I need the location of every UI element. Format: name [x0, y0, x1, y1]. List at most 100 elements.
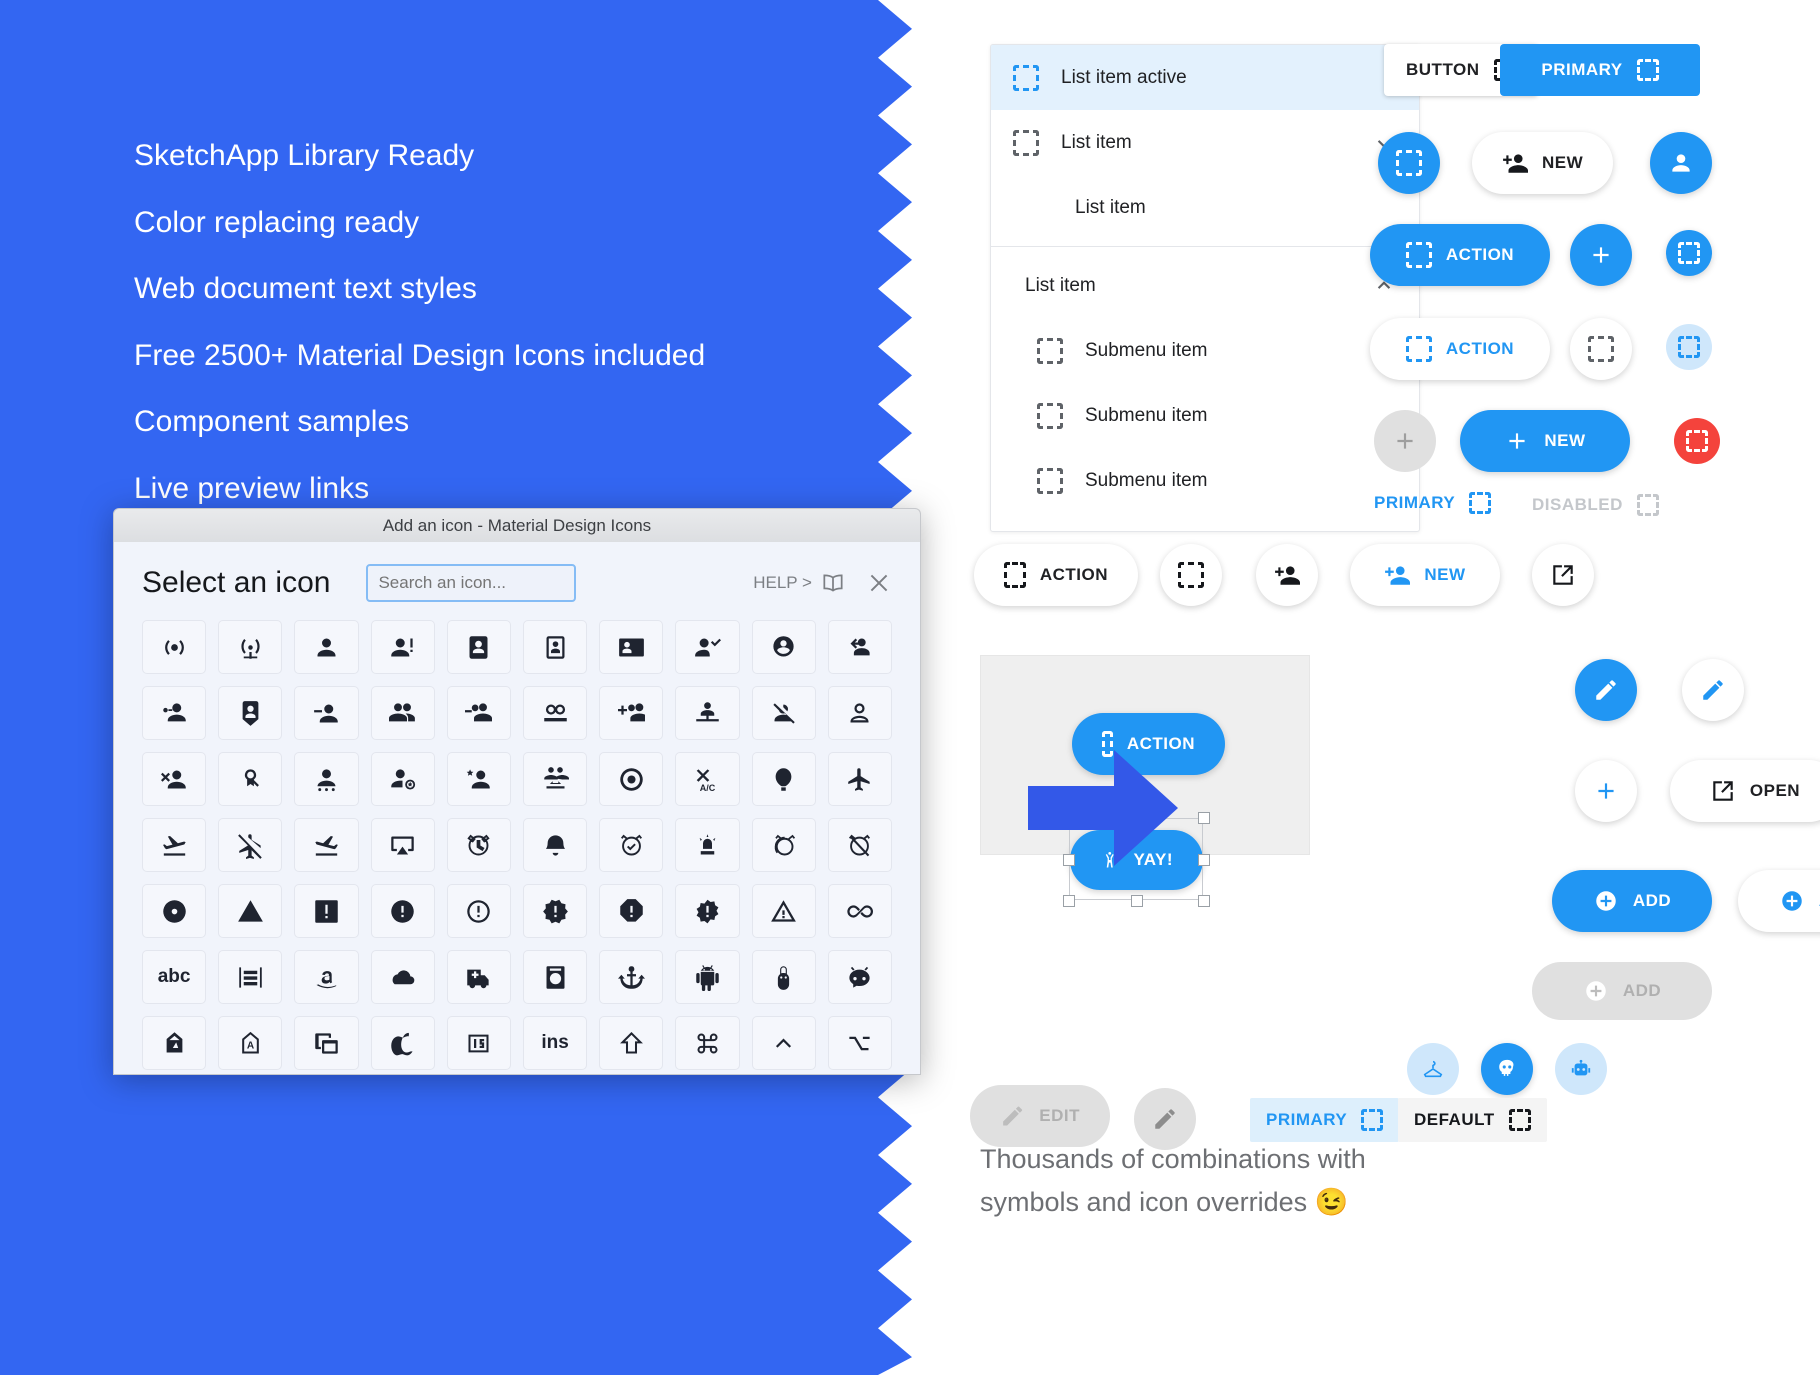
action-button-filled[interactable]: ACTION: [1370, 224, 1550, 286]
open-button[interactable]: OPEN: [1670, 760, 1820, 822]
close-icon[interactable]: [866, 570, 892, 596]
icon-tile-airplane-off[interactable]: [218, 818, 283, 872]
icon-tile-air-balloon[interactable]: [751, 752, 816, 806]
skull-icon-button[interactable]: [1481, 1043, 1533, 1095]
icon-tile-airplane-landing[interactable]: [142, 818, 207, 872]
fab-outline-placeholder[interactable]: [1570, 318, 1632, 380]
icon-tile-account-star[interactable]: [446, 752, 511, 806]
selection-handle[interactable]: [1198, 895, 1210, 907]
icon-tile-account-box-outline[interactable]: [522, 620, 588, 674]
icon-tile-apple-keyboard-option[interactable]: [827, 1016, 892, 1070]
icon-tile-album[interactable]: [142, 884, 207, 938]
icon-tile-ambulance[interactable]: [446, 950, 511, 1004]
new-button-blue-text[interactable]: NEW: [1350, 544, 1500, 606]
icon-tile-alarm[interactable]: [446, 818, 511, 872]
icon-tile-application[interactable]: [294, 1016, 359, 1070]
icon-tile-account-multiple-plus[interactable]: [599, 686, 664, 740]
selection-handle[interactable]: [1063, 895, 1075, 907]
icon-tile-account-multiple[interactable]: [370, 686, 435, 740]
icon-tile-android[interactable]: [675, 950, 740, 1004]
icon-tile-all-inclusive[interactable]: [827, 884, 892, 938]
avatar-fab[interactable]: [1650, 132, 1712, 194]
icon-tile-account-card-details[interactable]: [599, 620, 664, 674]
list-item[interactable]: List item: [991, 110, 1419, 175]
action-button-white[interactable]: ACTION: [974, 544, 1138, 606]
fab-pale-placeholder[interactable]: [1666, 324, 1712, 370]
icon-tile-account-check[interactable]: [675, 620, 740, 674]
icon-tile-air-conditioner[interactable]: A/C: [675, 752, 740, 806]
search-input[interactable]: [366, 564, 577, 602]
icon-tile-alert-circle-outline[interactable]: [446, 884, 511, 938]
button-primary[interactable]: PRIMARY: [1500, 44, 1700, 96]
icon-tile-account-off[interactable]: [751, 686, 816, 740]
selection-handle[interactable]: [1198, 854, 1210, 866]
hanger-icon-button[interactable]: [1407, 1043, 1459, 1095]
icon-tile-apple-ios[interactable]: [446, 1016, 511, 1070]
icon-tile-apple-keyboard-control[interactable]: [751, 1016, 816, 1070]
icon-tile-account-convert[interactable]: [827, 620, 892, 674]
icon-tile-alert-box[interactable]: [294, 884, 359, 938]
icon-tile-alert-octagon[interactable]: [599, 884, 664, 938]
icon-tile-alphabetical[interactable]: abc: [142, 950, 207, 1004]
icon-tile-anchor[interactable]: [599, 950, 664, 1004]
fab-placeholder[interactable]: [1378, 132, 1440, 194]
add-button-white[interactable]: ADD: [1738, 870, 1820, 932]
icon-tile-account-box[interactable]: [446, 620, 511, 674]
action-button-outline[interactable]: ACTION: [1370, 318, 1550, 380]
add-fab-white[interactable]: [1575, 760, 1637, 822]
icon-tile-apple-outline[interactable]: A: [218, 1016, 283, 1070]
submenu-item[interactable]: Submenu item: [991, 318, 1419, 383]
icon-tile-airplane-takeoff[interactable]: [294, 818, 359, 872]
list-item-active[interactable]: List item active: [991, 45, 1419, 110]
open-in-new-fab[interactable]: [1532, 544, 1594, 606]
icon-tile-alarm-off[interactable]: [827, 818, 892, 872]
icon-tile-alert[interactable]: [218, 884, 283, 938]
icon-tile-account-settings-variant[interactable]: [294, 752, 359, 806]
icon-tile-alert-circle[interactable]: [370, 884, 435, 938]
robot-icon-button[interactable]: [1555, 1043, 1607, 1095]
icon-tile-account-search[interactable]: [218, 752, 283, 806]
icon-tile-alert-octagram[interactable]: [675, 884, 740, 938]
icon-tile-airplane[interactable]: [827, 752, 892, 806]
add-button-filled[interactable]: ADD: [1552, 870, 1712, 932]
icon-tile-android-debug-bridge[interactable]: [751, 950, 816, 1004]
submenu-item[interactable]: Submenu item: [991, 448, 1419, 513]
add-fab[interactable]: [1570, 224, 1632, 286]
fab-placeholder-small[interactable]: [1666, 230, 1712, 276]
icon-tile-amplifier[interactable]: [522, 950, 588, 1004]
icon-tile-account-circle[interactable]: [751, 620, 816, 674]
icon-tile-alert-decagram[interactable]: [522, 884, 588, 938]
icon-tile-android-head[interactable]: [827, 950, 892, 1004]
icon-tile-adjust[interactable]: [599, 752, 664, 806]
icon-tile-airplay[interactable]: [370, 818, 435, 872]
edit-fab-white[interactable]: [1682, 659, 1744, 721]
fab-placeholder-white[interactable]: [1160, 544, 1222, 606]
icon-tile-account[interactable]: [294, 620, 359, 674]
submenu-item[interactable]: Submenu item: [991, 383, 1419, 448]
list-item-group[interactable]: List item: [991, 253, 1419, 318]
icon-tile-alarm-multiple[interactable]: [751, 818, 816, 872]
edit-fab-filled[interactable]: [1575, 659, 1637, 721]
icon-tile-alarm-check[interactable]: [599, 818, 664, 872]
selection-handle[interactable]: [1198, 812, 1210, 824]
primary-text-button[interactable]: PRIMARY: [1374, 492, 1492, 514]
icon-tile-access-point-network[interactable]: [142, 620, 207, 674]
icon-tile-amazon-clouddrive[interactable]: [370, 950, 435, 1004]
icon-tile-apple-keyboard-shift[interactable]: [599, 1016, 664, 1070]
icon-tile-apple-keyboard-command[interactable]: [675, 1016, 740, 1070]
icon-tile-alert-outline[interactable]: [751, 884, 816, 938]
icon-tile-account-switch[interactable]: [522, 752, 588, 806]
account-plus-fab[interactable]: [1256, 544, 1318, 606]
icon-tile-account-settings[interactable]: [370, 752, 435, 806]
icon-tile-align-horizontal[interactable]: [218, 950, 283, 1004]
icon-tile-account-remove[interactable]: [142, 752, 207, 806]
icon-tile-account-multiple-outline[interactable]: [522, 686, 588, 740]
help-link[interactable]: HELP >: [753, 570, 846, 596]
selection-handle[interactable]: [1131, 895, 1143, 907]
icon-tile-account-minus[interactable]: [294, 686, 359, 740]
icon-tile-alarm-bell[interactable]: [522, 818, 588, 872]
add-fab-disabled[interactable]: [1374, 410, 1436, 472]
icon-tile-apple-ins[interactable]: ins: [522, 1016, 588, 1070]
list-item-nested[interactable]: List item: [991, 175, 1419, 240]
primary-chip[interactable]: PRIMARY: [1250, 1098, 1400, 1142]
